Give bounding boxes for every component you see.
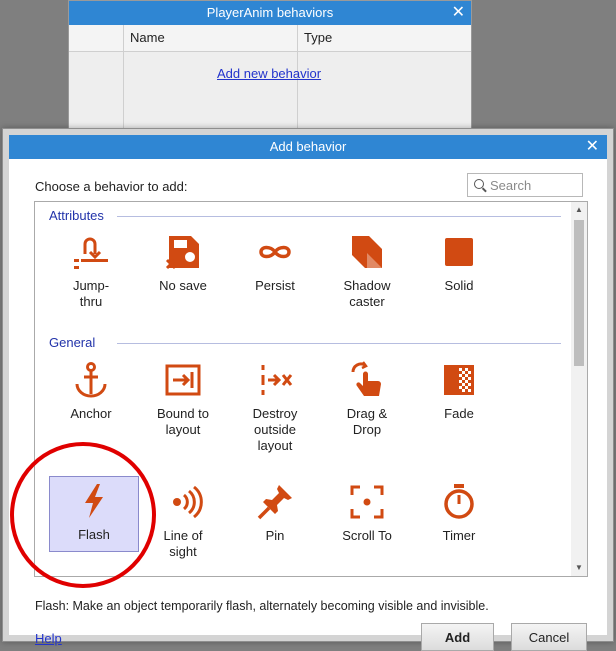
group-divider <box>117 343 561 344</box>
behavior-label: Shadow caster <box>343 278 391 309</box>
behavior-label: Jump- thru <box>72 278 110 309</box>
behavior-shadow-caster[interactable]: Shadow caster <box>323 232 411 310</box>
behavior-label: Anchor <box>70 406 112 421</box>
behavior-label: Bound to layout <box>156 406 210 437</box>
scroll-up-icon[interactable]: ▲ <box>571 204 587 216</box>
behavior-fade[interactable]: Fade <box>415 360 503 422</box>
search-box[interactable] <box>467 173 583 197</box>
behavior-label: Timer <box>442 528 476 543</box>
flash-icon <box>85 484 103 518</box>
jump-thru-icon <box>74 237 108 269</box>
behavior-label: Drag & Drop <box>346 406 388 437</box>
behavior-label: Persist <box>255 278 295 293</box>
search-input[interactable] <box>488 176 580 194</box>
behaviors-window-title: PlayerAnim behaviors <box>206 5 334 20</box>
add-behavior-dialog: Add behavior ✕ Choose a behavior to add:… <box>2 128 614 651</box>
scrollbar-thumb[interactable] <box>574 220 584 366</box>
behavior-drag-drop[interactable]: Drag & Drop <box>323 360 411 438</box>
dialog-body: Choose a behavior to add: Attributes <box>9 159 607 651</box>
timer-icon <box>444 484 474 519</box>
behaviors-window: PlayerAnim behaviors ✕ Name Type Add new… <box>68 0 472 142</box>
column-header-name[interactable]: Name <box>123 25 296 51</box>
close-icon[interactable]: ✕ <box>586 135 599 159</box>
behavior-bound-to-layout[interactable]: Bound to layout <box>139 360 227 438</box>
group-title-attributes: Attributes <box>49 208 104 223</box>
scroll-down-icon[interactable]: ▼ <box>571 562 587 574</box>
behavior-list[interactable]: Attributes Jump- thru No save Persist Sh… <box>34 201 588 577</box>
behaviors-window-titlebar: PlayerAnim behaviors ✕ <box>69 1 471 25</box>
dialog-title: Add behavior <box>269 139 347 154</box>
behavior-label: No save <box>159 278 207 293</box>
behavior-jump-thru[interactable]: Jump- thru <box>47 232 135 310</box>
behavior-persist[interactable]: Persist <box>231 232 319 294</box>
bound-to-layout-icon <box>165 364 201 396</box>
behavior-description: Flash: Make an object temporarily flash,… <box>35 599 489 613</box>
behaviors-table-header: Name Type <box>69 25 471 52</box>
behavior-flash[interactable]: Flash <box>49 476 139 552</box>
behavior-label: Pin <box>265 528 285 543</box>
persist-icon <box>259 245 291 259</box>
help-link[interactable]: Help <box>35 631 62 646</box>
no-save-icon <box>165 236 199 270</box>
column-header-type[interactable]: Type <box>297 25 470 51</box>
destroy-outside-layout-icon <box>261 365 293 395</box>
group-title-general: General <box>49 335 96 350</box>
behavior-anchor[interactable]: Anchor <box>47 360 135 422</box>
behavior-label: Line of sight <box>163 528 203 559</box>
pin-icon <box>257 485 292 520</box>
behavior-line-of-sight[interactable]: Line of sight <box>139 482 227 560</box>
behavior-label: Destroy outside layout <box>252 406 298 453</box>
behavior-scroll-to[interactable]: Scroll To <box>323 482 411 544</box>
line-of-sight-icon <box>173 485 203 519</box>
behavior-pin[interactable]: Pin <box>231 482 319 544</box>
search-icon <box>474 179 484 189</box>
behavior-label: Flash <box>78 527 110 542</box>
add-new-behavior-link[interactable]: Add new behavior <box>217 66 321 81</box>
behavior-solid[interactable]: Solid <box>415 232 503 294</box>
behavior-label: Scroll To <box>342 528 392 543</box>
drag-drop-icon <box>351 361 381 396</box>
behavior-label: Solid <box>444 278 474 293</box>
shadow-caster-icon <box>352 236 382 268</box>
scroll-to-icon <box>350 485 384 519</box>
fade-icon <box>444 365 474 395</box>
dialog-titlebar: Add behavior ✕ <box>9 135 607 159</box>
anchor-icon <box>75 362 107 398</box>
add-button[interactable]: Add <box>421 623 494 651</box>
solid-icon <box>445 238 473 266</box>
behavior-no-save[interactable]: No save <box>139 232 227 294</box>
group-divider <box>117 216 561 217</box>
behavior-destroy-outside-layout[interactable]: Destroy outside layout <box>231 360 319 454</box>
cancel-button[interactable]: Cancel <box>511 623 587 651</box>
close-icon[interactable]: ✕ <box>452 1 465 25</box>
dialog-prompt: Choose a behavior to add: <box>35 179 188 194</box>
list-scrollbar[interactable]: ▲ ▼ <box>571 202 587 576</box>
behavior-label: Fade <box>444 406 474 421</box>
behavior-timer[interactable]: Timer <box>415 482 503 544</box>
